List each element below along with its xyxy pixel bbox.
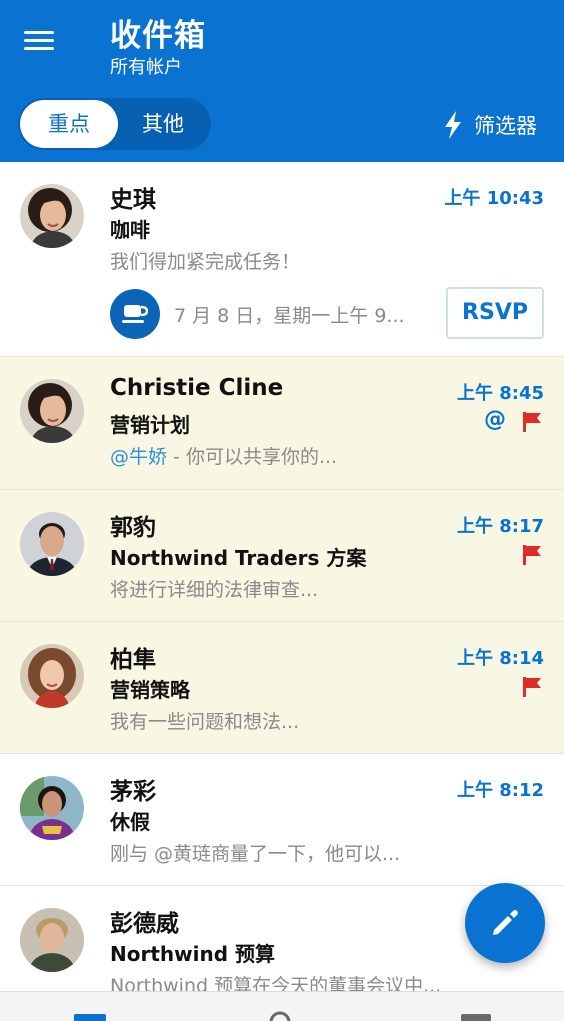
message-time: 上午 10:43 (444, 188, 544, 209)
message-preview: @牛娇 - 你可以共享你的... (110, 442, 430, 469)
avatar (20, 908, 84, 972)
mention-icon: @ (484, 407, 506, 432)
mail-icon[interactable] (74, 1012, 106, 1021)
preview-text: - 你可以共享你的... (167, 446, 338, 468)
message-preview: 将进行详细的法律审查... (110, 579, 319, 601)
page-title: 收件箱 (110, 18, 206, 54)
message-subject: 营销计划 (110, 413, 190, 437)
flag-icon[interactable] (522, 545, 542, 565)
message-preview: 刚与 @黄琏商量了一下，他可以... (110, 843, 401, 865)
message-subject: 营销策略 (110, 678, 190, 702)
sender-name: 史琪 (110, 187, 156, 213)
pencil-icon (493, 910, 518, 935)
account-subtitle[interactable]: 所有帐户 (110, 53, 182, 79)
sender-name: 茅彩 (110, 779, 156, 805)
message-preview: Northwind 预算在今天的董事会议中... (110, 975, 442, 991)
message-item[interactable]: 茅彩 上午 8:12 休假 刚与 @黄琏商量了一下，他可以... (0, 754, 564, 886)
flag-icon[interactable] (522, 412, 542, 432)
filter-button[interactable]: 筛选器 (442, 108, 537, 142)
message-subject: Northwind 预算 (110, 942, 275, 966)
message-time: 上午 8:14 (456, 648, 544, 669)
message-time: 上午 8:12 (456, 780, 544, 801)
filter-label: 筛选器 (474, 114, 537, 138)
lightning-icon (445, 111, 461, 139)
message-subject: 休假 (110, 810, 150, 834)
flag-icon[interactable] (522, 677, 542, 697)
search-icon[interactable] (268, 1010, 296, 1021)
bottom-nav (0, 991, 564, 1021)
rsvp-button[interactable]: RSVP (446, 287, 544, 339)
tab-focused[interactable]: 重点 (20, 100, 118, 148)
avatar (20, 184, 84, 248)
compose-button[interactable] (465, 883, 545, 963)
message-time: 上午 8:17 (456, 516, 544, 537)
message-preview: 我们得加紧完成任务！ (110, 251, 301, 273)
inbox-tabs: 重点 其他 (18, 98, 211, 150)
avatar (20, 512, 84, 576)
hamburger-icon[interactable] (20, 28, 58, 54)
sender-name: Christie Cline (110, 375, 284, 401)
mention-name: @牛娇 (110, 446, 168, 468)
message-subject: 咖啡 (110, 218, 150, 242)
avatar (20, 379, 84, 443)
sender-name: 彭德威 (110, 911, 179, 937)
message-subject: Northwind Traders 方案 (110, 546, 367, 570)
sender-name: 柏隼 (110, 647, 156, 673)
message-item[interactable]: 郭豹 上午 8:17 Northwind Traders 方案 将进行详细的法律… (0, 490, 564, 622)
avatar (20, 776, 84, 840)
coffee-cup-icon (110, 289, 160, 339)
message-item[interactable]: 史琪 上午 10:43 咖啡 我们得加紧完成任务！ 7 月 8 日，星期一上午 … (0, 162, 564, 357)
calendar-icon[interactable] (461, 1012, 491, 1021)
message-time: 上午 8:45 (456, 383, 544, 404)
message-item[interactable]: 柏隼 上午 8:14 营销策略 我有一些问题和想法... (0, 622, 564, 754)
message-preview: 我有一些问题和想法... (110, 711, 300, 733)
avatar (20, 644, 84, 708)
app-header: 收件箱 所有帐户 重点 其他 筛选器 (0, 0, 564, 162)
event-datetime: 7 月 8 日，星期一上午 9... (174, 305, 405, 327)
sender-name: 郭豹 (110, 515, 156, 541)
message-item[interactable]: Christie Cline 上午 8:45 营销计划 @ @牛娇 - 你可以共… (0, 357, 564, 490)
message-list[interactable]: 史琪 上午 10:43 咖啡 我们得加紧完成任务！ 7 月 8 日，星期一上午 … (0, 162, 564, 991)
tab-other[interactable]: 其他 (118, 98, 208, 150)
